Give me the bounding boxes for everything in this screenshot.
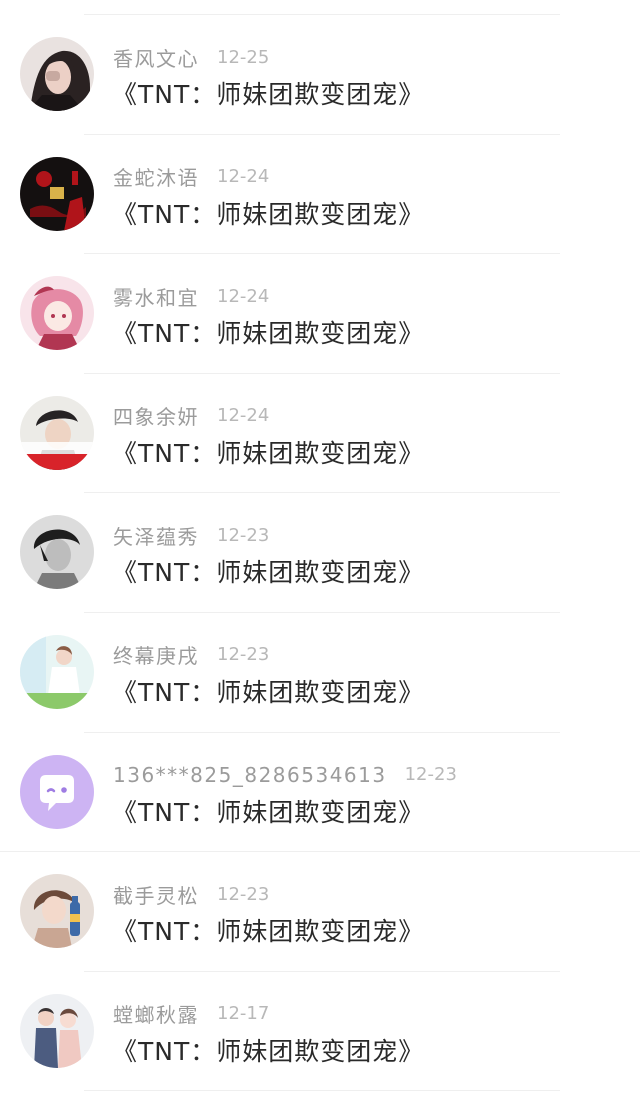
couple-photo-avatar[interactable] bbox=[20, 993, 94, 1068]
comment-meta: 136***825_8286534613 12-23 bbox=[113, 762, 457, 788]
comment-date: 12-24 bbox=[217, 405, 270, 427]
username[interactable]: 四象余妍 bbox=[113, 401, 199, 430]
username[interactable]: 金蛇沐语 bbox=[113, 162, 199, 191]
comment-meta: 四象余妍 12-24 bbox=[113, 403, 269, 429]
comment-meta: 截手灵松 12-23 bbox=[113, 880, 270, 909]
boy-red-banner-avatar[interactable] bbox=[20, 395, 94, 470]
comment-meta: 雾水和宜 12-24 bbox=[113, 282, 270, 311]
list-item[interactable]: 香风文心 12-25 《TNT：师妹团欺变团宠》 bbox=[0, 15, 640, 135]
list-item[interactable]: 矢泽蕴秀 12-23 《TNT：师妹团欺变团宠》 bbox=[0, 493, 640, 613]
username[interactable]: 136***825_8286534613 bbox=[113, 763, 387, 787]
comment-date: 12-23 bbox=[217, 524, 270, 546]
divider bbox=[84, 1090, 560, 1092]
comment-meta: 矢泽蕴秀 12-23 bbox=[113, 521, 270, 550]
woman-portrait-avatar[interactable] bbox=[20, 37, 94, 111]
list-item[interactable]: 螳螂秋露 12-17 《TNT：师妹团欺变团宠》 bbox=[0, 972, 640, 1092]
comment-date: 12-24 bbox=[217, 166, 270, 188]
comment-date: 12-23 bbox=[217, 644, 270, 666]
username[interactable]: 香风文心 bbox=[113, 43, 199, 72]
list-item[interactable]: 四象余妍 12-24 《TNT：师妹团欺变团宠》 bbox=[0, 374, 640, 494]
list-item[interactable]: 终幕庚戌 12-23 《TNT：师妹团欺变团宠》 bbox=[0, 613, 640, 733]
comment-date: 12-25 bbox=[217, 46, 270, 68]
list-item[interactable]: 截手灵松 12-23 《TNT：师妹团欺变团宠》 bbox=[0, 852, 640, 972]
username[interactable]: 截手灵松 bbox=[113, 880, 199, 909]
comment-meta: 螳螂秋露 12-17 bbox=[113, 1001, 269, 1027]
comment-title[interactable]: 《TNT：师妹团欺变团宠》 bbox=[112, 195, 424, 231]
grayscale-portrait-avatar[interactable] bbox=[20, 515, 94, 590]
comment-title[interactable]: 《TNT：师妹团欺变团宠》 bbox=[112, 434, 424, 470]
comment-title[interactable]: 《TNT：师妹团欺变团宠》 bbox=[112, 793, 424, 829]
default-chat-bubble-avatar[interactable] bbox=[20, 754, 94, 829]
comment-meta: 终幕庚戌 12-23 bbox=[113, 642, 269, 668]
girl-pastel-avatar[interactable] bbox=[20, 634, 94, 709]
comment-meta: 香风文心 12-25 bbox=[113, 43, 270, 72]
comment-title[interactable]: 《TNT：师妹团欺变团宠》 bbox=[112, 673, 424, 709]
comment-title[interactable]: 《TNT：师妹团欺变团宠》 bbox=[112, 553, 424, 589]
pink-anime-avatar[interactable] bbox=[20, 276, 94, 351]
list-item[interactable]: 136***825_8286534613 12-23 《TNT：师妹团欺变团宠》 bbox=[0, 733, 640, 853]
list-item[interactable]: 雾水和宜 12-24 《TNT：师妹团欺变团宠》 bbox=[0, 254, 640, 374]
comment-title[interactable]: 《TNT：师妹团欺变团宠》 bbox=[112, 75, 424, 111]
username[interactable]: 终幕庚戌 bbox=[113, 640, 199, 669]
comment-title[interactable]: 《TNT：师妹团欺变团宠》 bbox=[112, 1032, 424, 1068]
comment-meta: 金蛇沐语 12-24 bbox=[113, 164, 269, 190]
girl-with-bottle-avatar[interactable] bbox=[20, 874, 94, 949]
username[interactable]: 雾水和宜 bbox=[113, 282, 199, 311]
comment-date: 12-24 bbox=[217, 285, 270, 307]
comment-title[interactable]: 《TNT：师妹团欺变团宠》 bbox=[112, 314, 424, 350]
comment-date: 12-17 bbox=[217, 1003, 270, 1025]
comment-list: 香风文心 12-25 《TNT：师妹团欺变团宠》 金蛇沐语 12-24 《TNT… bbox=[0, 15, 640, 1092]
username[interactable]: 矢泽蕴秀 bbox=[113, 521, 199, 550]
username[interactable]: 螳螂秋露 bbox=[113, 999, 199, 1028]
comment-date: 12-23 bbox=[404, 764, 457, 786]
comment-title[interactable]: 《TNT：师妹团欺变团宠》 bbox=[112, 912, 424, 948]
red-dark-art-avatar[interactable] bbox=[20, 156, 94, 231]
comment-date: 12-23 bbox=[217, 883, 270, 905]
list-item[interactable]: 金蛇沐语 12-24 《TNT：师妹团欺变团宠》 bbox=[0, 135, 640, 255]
